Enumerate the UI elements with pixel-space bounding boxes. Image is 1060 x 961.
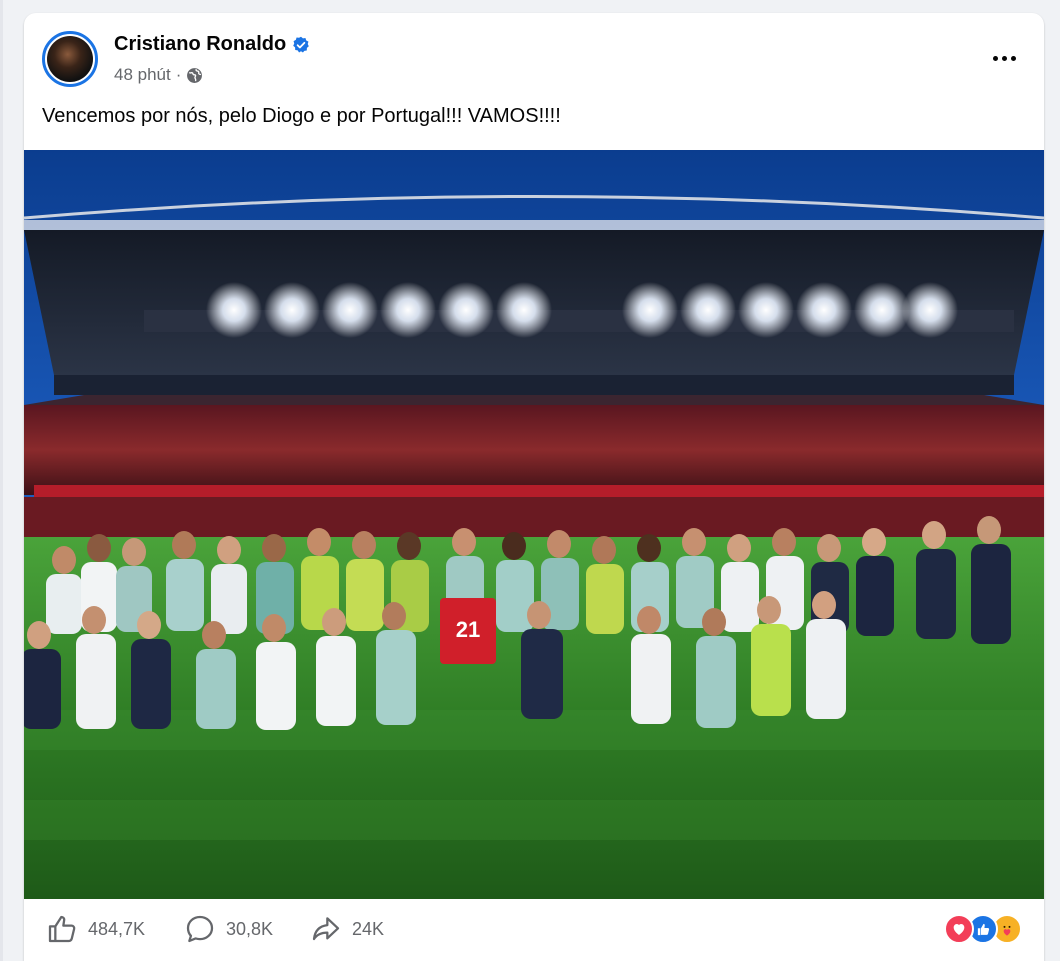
roof-truss (24, 220, 1044, 230)
avatar[interactable] (42, 31, 98, 87)
verified-badge-icon (293, 36, 310, 52)
more-dot-icon (992, 55, 998, 61)
post-header: Cristiano Ronaldo 48 phút · (24, 13, 1044, 93)
comment-action[interactable]: 30,8K (184, 913, 273, 945)
stand-top (24, 395, 1044, 405)
shirt-number: 21 (456, 617, 480, 642)
share-icon (312, 917, 340, 941)
post-meta: 48 phút · (114, 65, 203, 85)
meta-separator: · (175, 65, 182, 84)
lower-crowd (24, 497, 1044, 537)
post-photo[interactable]: 21 (24, 150, 1044, 899)
feed-left-edge (0, 0, 3, 961)
comments-count: 30,8K (226, 918, 274, 939)
author-name-row: Cristiano Ronaldo (114, 33, 310, 56)
reactions-summary[interactable] (944, 914, 1028, 944)
roof-underside (54, 375, 1014, 395)
post-footer: 484,7K 30,8K 24K (24, 899, 1044, 961)
more-dot-icon (1001, 55, 1007, 61)
crowd-stands (24, 405, 1044, 495)
likes-count: 484,7K (88, 918, 146, 939)
avatar-image (47, 36, 93, 82)
ad-banner (34, 485, 1044, 497)
post-card: Cristiano Ronaldo 48 phút · Vencemos por… (24, 13, 1044, 961)
share-action[interactable]: 24K (310, 913, 384, 945)
more-dot-icon (1010, 55, 1016, 61)
post-caption: Vencemos por nós, pelo Diogo e por Portu… (42, 105, 561, 127)
like-action[interactable]: 484,7K (46, 913, 145, 945)
shares-count: 24K (352, 918, 385, 939)
love-reaction-icon (944, 914, 974, 944)
thumbs-up-icon (48, 915, 76, 943)
globe-icon[interactable] (186, 67, 203, 84)
pitch-stripe (24, 800, 1044, 840)
post-time[interactable]: 48 phút (114, 65, 171, 85)
team-photo-illustration: 21 (24, 150, 1044, 899)
author-name[interactable]: Cristiano Ronaldo (114, 33, 286, 56)
comment-icon (186, 915, 214, 943)
more-options-button[interactable] (984, 43, 1024, 73)
